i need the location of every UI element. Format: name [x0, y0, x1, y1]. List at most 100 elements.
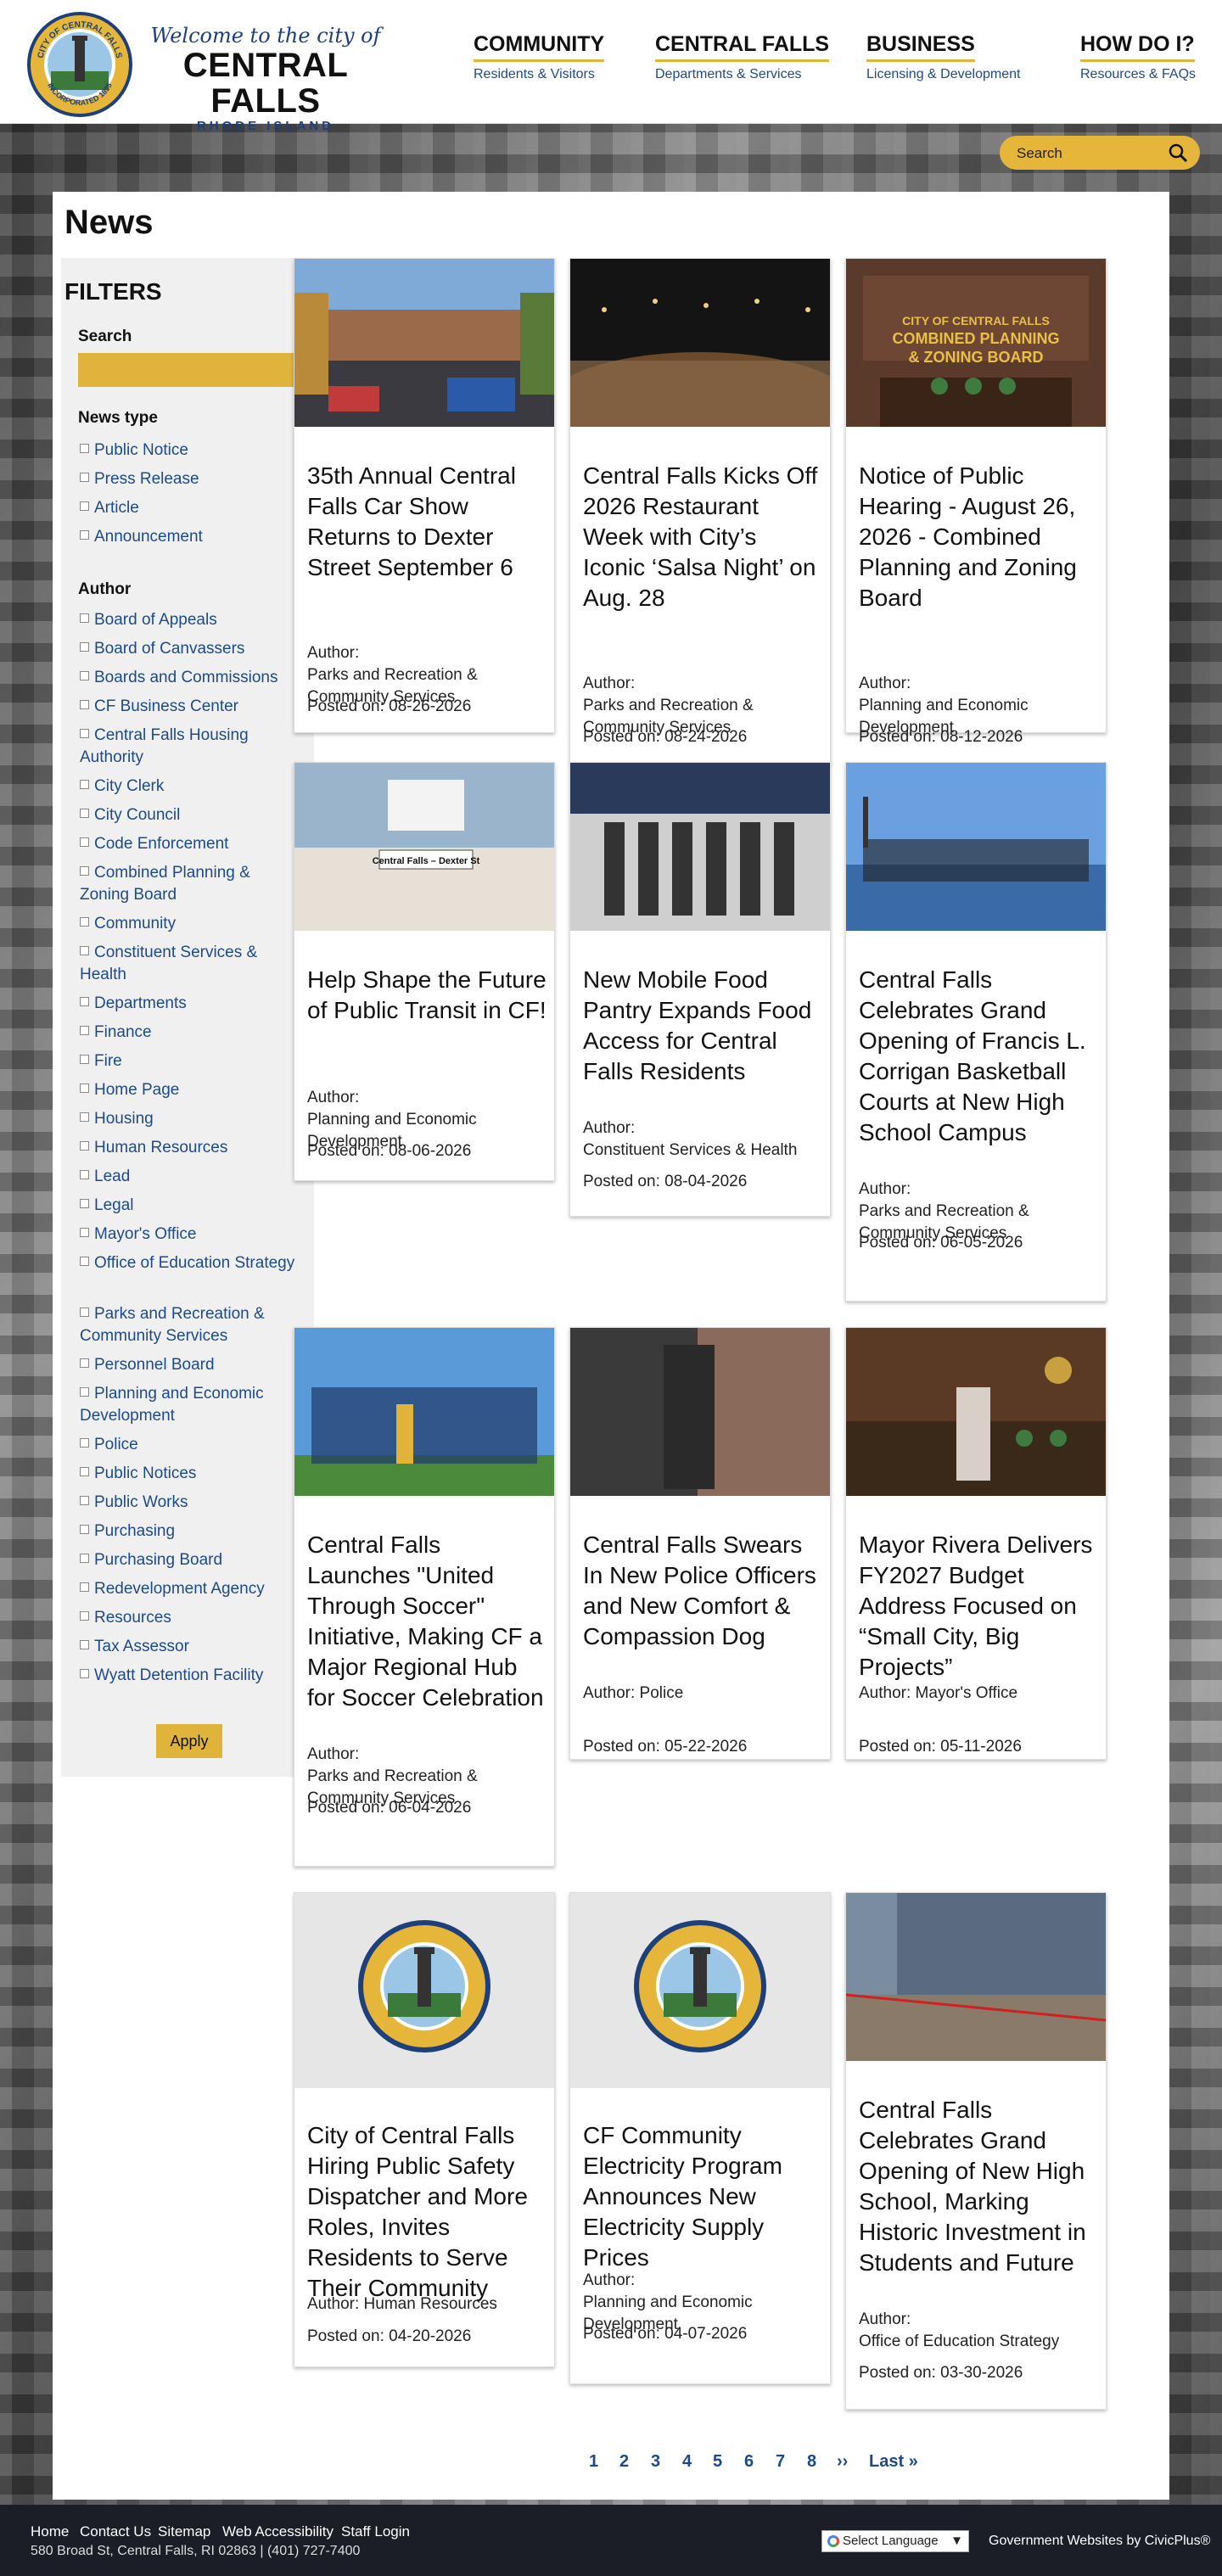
news-card-title[interactable]: 35th Annual Central Falls Car Show Retur…: [307, 461, 549, 583]
filter-author-purchasing[interactable]: Purchasing: [80, 1520, 300, 1543]
nav-central-falls[interactable]: CENTRAL FALLS Departments & Services: [655, 32, 830, 82]
checkbox[interactable]: [80, 1228, 89, 1237]
news-card-image[interactable]: [570, 259, 830, 427]
checkbox[interactable]: [80, 729, 89, 738]
filter-news-type-public-notice[interactable]: Public Notice: [80, 440, 300, 462]
checkbox[interactable]: [80, 1358, 89, 1368]
checkbox[interactable]: [80, 1496, 89, 1505]
checkbox[interactable]: [80, 917, 89, 927]
footer-link-staff-login[interactable]: Staff Login: [341, 2523, 410, 2540]
news-card-image[interactable]: [570, 1328, 830, 1496]
search-icon[interactable]: [1168, 143, 1188, 163]
pagination-last[interactable]: Last »: [869, 2452, 918, 2472]
footer-link-sitemap[interactable]: Sitemap: [158, 2523, 210, 2540]
checkbox[interactable]: [80, 1438, 89, 1448]
filter-news-type-article[interactable]: Article: [80, 497, 300, 519]
news-card-image[interactable]: [294, 1893, 554, 2088]
filter-author-office-of-education-strategy[interactable]: Office of Education Strategy: [80, 1252, 300, 1274]
news-card-image[interactable]: CITY OF CENTRAL FALLS COMBINED PLANNING & …: [846, 259, 1106, 427]
news-card-title[interactable]: Central Falls Kicks Off 2026 Restaurant …: [583, 461, 825, 613]
pagination-page-7[interactable]: 7: [776, 2452, 785, 2472]
filter-author-code-enforcement[interactable]: Code Enforcement: [80, 833, 300, 855]
checkbox[interactable]: [80, 1640, 89, 1649]
filter-author-combined-planning-zoning-board[interactable]: Combined Planning & Zoning Board: [80, 862, 300, 906]
news-card-title[interactable]: City of Central Falls Hiring Public Safe…: [307, 2120, 549, 2304]
pagination-page-6[interactable]: 6: [744, 2452, 754, 2472]
checkbox[interactable]: [80, 1669, 89, 1678]
news-card[interactable]: CITY OF CENTRAL FALLS COMBINED PLANNING & …: [845, 258, 1107, 746]
nav-business[interactable]: BUSINESS Licensing & Development: [866, 32, 1020, 82]
filter-author-home-page[interactable]: Home Page: [80, 1079, 300, 1101]
filter-author-fire[interactable]: Fire: [80, 1050, 300, 1072]
filter-news-type-press-release[interactable]: Press Release: [80, 468, 300, 490]
filter-author-lead[interactable]: Lead: [80, 1166, 300, 1188]
news-card[interactable]: Central Falls Kicks Off 2026 Restaurant …: [569, 258, 831, 764]
news-card-title[interactable]: Notice of Public Hearing - August 26, 20…: [859, 461, 1101, 613]
checkbox[interactable]: [80, 700, 89, 709]
filter-author-planning-and-economic-development[interactable]: Planning and Economic Development: [80, 1383, 300, 1427]
filter-author-public-works[interactable]: Public Works: [80, 1492, 300, 1514]
news-card-title[interactable]: Central Falls Celebrates Grand Opening o…: [859, 965, 1101, 1148]
pagination-next[interactable]: ››: [837, 2452, 848, 2472]
filter-author-tax-assessor[interactable]: Tax Assessor: [80, 1636, 300, 1658]
filter-author-legal[interactable]: Legal: [80, 1195, 300, 1217]
civicplus-credit[interactable]: Government Websites by CivicPlus®: [989, 2534, 1210, 2549]
checkbox[interactable]: [80, 1554, 89, 1563]
news-card[interactable]: New Mobile Food Pantry Expands Food Acce…: [569, 762, 831, 1217]
pagination-page-1[interactable]: 1: [589, 2452, 598, 2472]
checkbox[interactable]: [80, 809, 89, 818]
checkbox[interactable]: [80, 780, 89, 789]
filter-author-city-council[interactable]: City Council: [80, 804, 300, 826]
filter-search-input[interactable]: [78, 353, 300, 387]
news-card-image[interactable]: [294, 259, 554, 427]
checkbox[interactable]: [80, 837, 89, 847]
filter-author-community[interactable]: Community: [80, 913, 300, 935]
news-card-title[interactable]: Help Shape the Future of Public Transit …: [307, 965, 549, 1026]
news-card[interactable]: 35th Annual Central Falls Car Show Retur…: [294, 258, 555, 733]
checkbox[interactable]: [80, 1141, 89, 1151]
filter-news-type-announcement[interactable]: Announcement: [80, 526, 300, 548]
checkbox[interactable]: [80, 1308, 89, 1317]
pagination-page-3[interactable]: 3: [651, 2452, 660, 2472]
filter-author-personnel-board[interactable]: Personnel Board: [80, 1354, 300, 1376]
apply-button[interactable]: Apply: [156, 1724, 222, 1758]
checkbox[interactable]: [80, 1199, 89, 1208]
checkbox[interactable]: [80, 1582, 89, 1592]
filter-author-cf-business-center[interactable]: CF Business Center: [80, 696, 300, 718]
filter-author-police[interactable]: Police: [80, 1434, 300, 1456]
news-card-image[interactable]: [570, 1893, 830, 2088]
news-card[interactable]: City of Central Falls Hiring Public Safe…: [294, 1892, 555, 2367]
filter-author-finance[interactable]: Finance: [80, 1022, 300, 1044]
news-card-title[interactable]: CF Community Electricity Program Announc…: [583, 2120, 825, 2273]
checkbox[interactable]: [80, 1525, 89, 1534]
checkbox[interactable]: [80, 530, 89, 540]
checkbox[interactable]: [80, 1257, 89, 1266]
filter-author-parks-and-recreation-community-services[interactable]: Parks and Recreation & Community Service…: [80, 1303, 300, 1347]
checkbox[interactable]: [80, 501, 89, 511]
filter-author-central-falls-housing-authority[interactable]: Central Falls Housing Authority: [80, 725, 300, 769]
news-card-image[interactable]: [570, 763, 830, 931]
checkbox[interactable]: [80, 1467, 89, 1476]
checkbox[interactable]: [80, 866, 89, 876]
checkbox[interactable]: [80, 1026, 89, 1035]
checkbox[interactable]: [80, 671, 89, 680]
language-select[interactable]: Select Language ▼: [821, 2530, 969, 2552]
checkbox[interactable]: [80, 1170, 89, 1179]
pagination-page-2[interactable]: 2: [619, 2452, 629, 2472]
filter-author-city-clerk[interactable]: City Clerk: [80, 776, 300, 798]
news-card[interactable]: Central Falls Launches "United Through S…: [294, 1327, 555, 1867]
news-card-image[interactable]: [294, 1328, 554, 1496]
news-card-title[interactable]: New Mobile Food Pantry Expands Food Acce…: [583, 965, 825, 1087]
filter-author-wyatt-detention-facility[interactable]: Wyatt Detention Facility: [80, 1665, 300, 1687]
checkbox[interactable]: [80, 946, 89, 955]
filter-author-board-of-appeals[interactable]: Board of Appeals: [80, 609, 300, 631]
news-card-title[interactable]: Central Falls Celebrates Grand Opening o…: [859, 2095, 1101, 2278]
checkbox[interactable]: [80, 444, 89, 453]
checkbox[interactable]: [80, 1084, 89, 1093]
filter-author-departments[interactable]: Departments: [80, 993, 300, 1015]
pagination-page-4[interactable]: 4: [682, 2452, 692, 2472]
footer-link-contact-us[interactable]: Contact Us: [80, 2523, 151, 2540]
filter-author-resources[interactable]: Resources: [80, 1607, 300, 1629]
news-card-title[interactable]: Central Falls Swears In New Police Offic…: [583, 1530, 825, 1652]
filter-author-housing[interactable]: Housing: [80, 1108, 300, 1130]
